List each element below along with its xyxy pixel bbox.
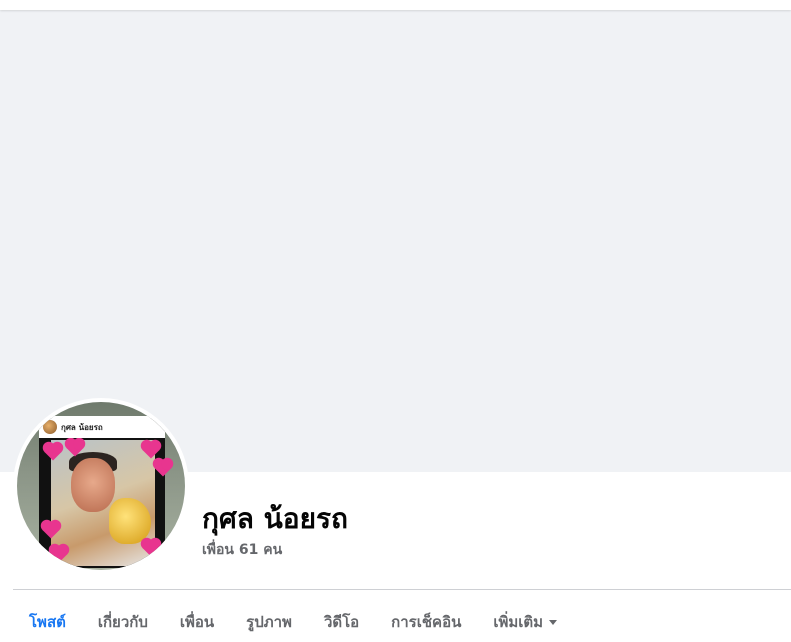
avatar-caption-strip: กุศล น้อยรถ bbox=[39, 416, 165, 438]
tab-label: โพสต์ bbox=[29, 613, 66, 631]
tab-label: วิดีโอ bbox=[323, 613, 360, 631]
tab-label: เกี่ยวกับ bbox=[97, 613, 148, 631]
tab-videos[interactable]: วิดีโอ bbox=[308, 598, 375, 642]
avatar-mini-thumbnail bbox=[43, 420, 57, 434]
caret-down-icon bbox=[549, 620, 558, 625]
tab-checkins[interactable]: การเช็คอิน bbox=[375, 598, 477, 642]
tab-label: เพิ่มเติม bbox=[493, 613, 544, 631]
avatar-face bbox=[71, 458, 115, 512]
tab-about[interactable]: เกี่ยวกับ bbox=[82, 598, 164, 642]
avatar-caption-text: กุศล น้อยรถ bbox=[61, 422, 103, 432]
tab-posts[interactable]: โพสต์ bbox=[13, 598, 82, 642]
profile-picture[interactable]: กุศล น้อยรถ bbox=[13, 398, 189, 574]
profile-picture-image: กุศล น้อยรถ bbox=[17, 402, 185, 570]
tab-label: การเช็คอิน bbox=[391, 613, 462, 631]
friends-count-link[interactable]: เพื่อน 61 คน bbox=[202, 539, 282, 561]
tab-photos[interactable]: รูปภาพ bbox=[230, 598, 308, 642]
tab-label: เพื่อน bbox=[179, 613, 215, 631]
top-nav-bar bbox=[0, 0, 791, 10]
profile-tabs: โพสต์ เกี่ยวกับ เพื่อน รูปภาพ วิดีโอ การ… bbox=[13, 598, 573, 642]
tab-label: รูปภาพ bbox=[246, 613, 292, 631]
tab-more[interactable]: เพิ่มเติม bbox=[477, 598, 573, 642]
tabs-divider bbox=[13, 589, 791, 590]
profile-name: กุศล น้อยรถ bbox=[202, 502, 348, 535]
tab-friends[interactable]: เพื่อน bbox=[164, 598, 230, 642]
